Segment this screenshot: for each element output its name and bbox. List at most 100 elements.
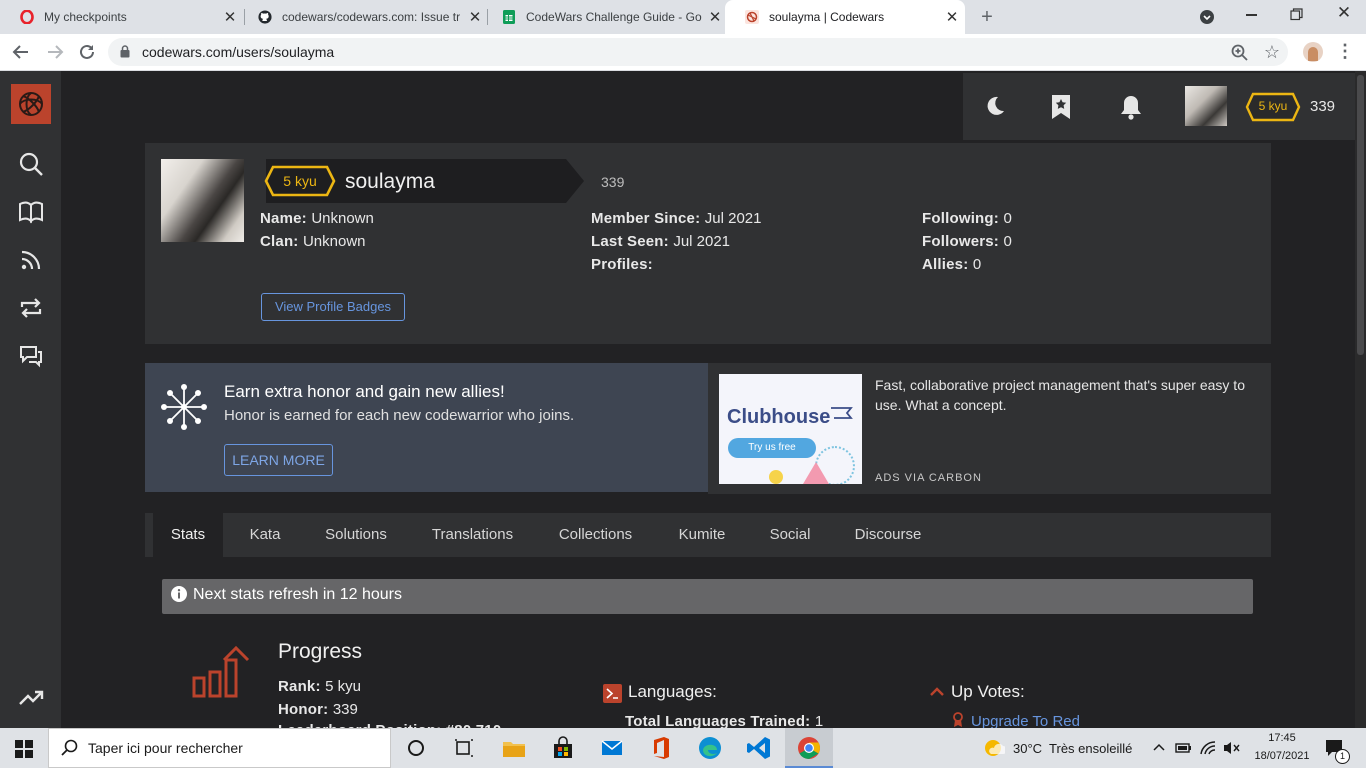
member-since-value: Jul 2021 [704, 210, 762, 227]
opera-red-icon [20, 10, 34, 24]
tab-social[interactable]: Social [759, 513, 821, 557]
clock-time[interactable]: 17:45 [1252, 732, 1312, 744]
name-row: Name: Unknown [260, 210, 374, 228]
microsoft-store-icon[interactable] [550, 735, 576, 761]
trending-up-icon[interactable] [16, 682, 46, 712]
reload-icon[interactable] [78, 43, 96, 61]
restore-icon[interactable] [1290, 8, 1303, 21]
allies-row[interactable]: Allies: 0 [922, 256, 981, 274]
lock-icon[interactable] [120, 45, 130, 58]
edge-icon[interactable] [697, 735, 723, 761]
followers-label: Followers: [922, 233, 1000, 250]
repeat-icon[interactable] [16, 293, 46, 323]
tab-kumite[interactable]: Kumite [668, 513, 736, 557]
close-window-icon[interactable]: ✕ [1332, 3, 1356, 23]
bell-icon[interactable] [1118, 93, 1144, 121]
chat-icon[interactable] [16, 341, 46, 371]
tab-search-icon[interactable] [1199, 9, 1215, 25]
profiles-row: Profiles: [591, 256, 653, 274]
weather-text[interactable]: 30°C Très ensoleillé [1013, 741, 1132, 756]
tab-translations[interactable]: Translations [421, 513, 524, 557]
tab-discourse[interactable]: Discourse [843, 513, 933, 557]
taskbar-search-placeholder: Taper ici pour rechercher [88, 740, 243, 756]
upvotes-title: Up Votes: [951, 682, 1025, 701]
progress-honor-row: Honor: 339 [278, 701, 358, 719]
bookmark-star-icon[interactable]: ☆ [1262, 42, 1282, 63]
honor-value: 339 [332, 701, 358, 718]
network-burst-icon [161, 384, 207, 430]
tab-collections[interactable]: Collections [545, 513, 646, 557]
bookmark-icon[interactable] [1049, 93, 1073, 121]
tab-title: soulayma | Codewars [769, 10, 885, 24]
scrollbar-thumb[interactable] [1357, 75, 1364, 355]
progress-rank-row: Rank: 5 kyu [278, 678, 361, 696]
browser-tab-1[interactable]: My checkpoints ✕ [0, 0, 243, 34]
clubhouse-ad-image[interactable]: Clubhouse Try us free [719, 374, 862, 484]
chrome-profile-avatar[interactable] [1303, 42, 1323, 62]
browser-tab-2[interactable]: codewars/codewars.com: Issue tr ✕ [238, 0, 488, 34]
tab-title: My checkpoints [44, 10, 127, 24]
ad-text[interactable]: Fast, collaborative project management t… [875, 375, 1261, 415]
wifi-icon[interactable] [1199, 740, 1217, 756]
task-view-icon[interactable] [451, 735, 477, 761]
tab-kata[interactable]: Kata [233, 513, 297, 557]
zoom-icon[interactable] [1231, 44, 1248, 61]
back-arrow-icon[interactable] [12, 44, 30, 60]
name-value: Unknown [311, 210, 374, 227]
volume-muted-icon[interactable] [1222, 740, 1240, 756]
ad-decoration [769, 470, 783, 484]
forward-arrow-icon[interactable] [46, 44, 64, 60]
allies-label: Allies: [922, 256, 969, 273]
header-rank-text: 5 kyu [1258, 99, 1288, 113]
clubhouse-brand: Clubhouse [727, 406, 831, 428]
honor-label: Honor: [278, 701, 329, 718]
mail-icon[interactable] [599, 735, 625, 761]
member-since-label: Member Since: [591, 210, 701, 227]
vscode-icon[interactable] [746, 735, 772, 761]
rss-feed-icon[interactable] [16, 245, 46, 275]
chevron-up-icon[interactable] [1153, 743, 1165, 751]
promo-title: Earn extra honor and gain new allies! [224, 382, 505, 401]
header-honor: 339 [1310, 98, 1336, 115]
kebab-menu-icon[interactable]: ⋮ [1336, 41, 1354, 62]
book-icon[interactable] [16, 197, 46, 227]
new-tab-plus-icon[interactable]: + [975, 6, 999, 29]
last-seen-row: Last Seen: Jul 2021 [591, 233, 730, 251]
followers-row[interactable]: Followers: 0 [922, 233, 1012, 251]
chevron-up-icon [930, 687, 944, 696]
sun-weather-icon[interactable] [983, 738, 1005, 758]
close-tab-icon[interactable]: ✕ [939, 8, 965, 26]
codewars-logo-icon[interactable] [11, 84, 51, 124]
flag-icon [831, 407, 853, 419]
following-value: 0 [1003, 210, 1012, 227]
profile-username: soulayma [345, 170, 435, 193]
file-explorer-icon[interactable] [501, 735, 527, 761]
header-avatar[interactable] [1185, 86, 1227, 126]
ads-via-carbon[interactable]: ADS VIA CARBON [875, 472, 982, 484]
tab-solutions[interactable]: Solutions [313, 513, 399, 557]
moon-icon[interactable] [983, 94, 1007, 118]
ad-decoration [803, 462, 829, 484]
browser-tab-4-active[interactable]: soulayma | Codewars ✕ [725, 0, 965, 34]
clock-date[interactable]: 18/07/2021 [1247, 750, 1317, 762]
progress-title: Progress [278, 640, 363, 663]
following-row[interactable]: Following: 0 [922, 210, 1012, 228]
chrome-icon [798, 737, 820, 759]
name-label: Name: [260, 210, 307, 227]
cortana-icon[interactable] [403, 735, 429, 761]
notification-count-badge: 1 [1335, 749, 1350, 764]
tab-stats[interactable]: Stats [153, 513, 223, 557]
learn-more-button[interactable]: LEARN MORE [224, 444, 333, 476]
url-text[interactable]: codewars.com/users/soulayma [142, 44, 334, 60]
promo-subtitle: Honor is earned for each new codewarrior… [224, 407, 575, 424]
windows-start-icon[interactable] [15, 740, 33, 758]
office-icon[interactable] [648, 735, 674, 761]
browser-tab-3[interactable]: CodeWars Challenge Guide - Goo ✕ [482, 0, 728, 34]
view-profile-badges-button[interactable]: View Profile Badges [261, 293, 405, 321]
progress-chart-icon [192, 646, 250, 698]
battery-icon[interactable] [1175, 740, 1193, 756]
terminal-icon [603, 684, 622, 703]
search-icon[interactable] [16, 149, 46, 179]
info-icon [171, 586, 187, 602]
minimize-icon[interactable] [1246, 14, 1257, 16]
